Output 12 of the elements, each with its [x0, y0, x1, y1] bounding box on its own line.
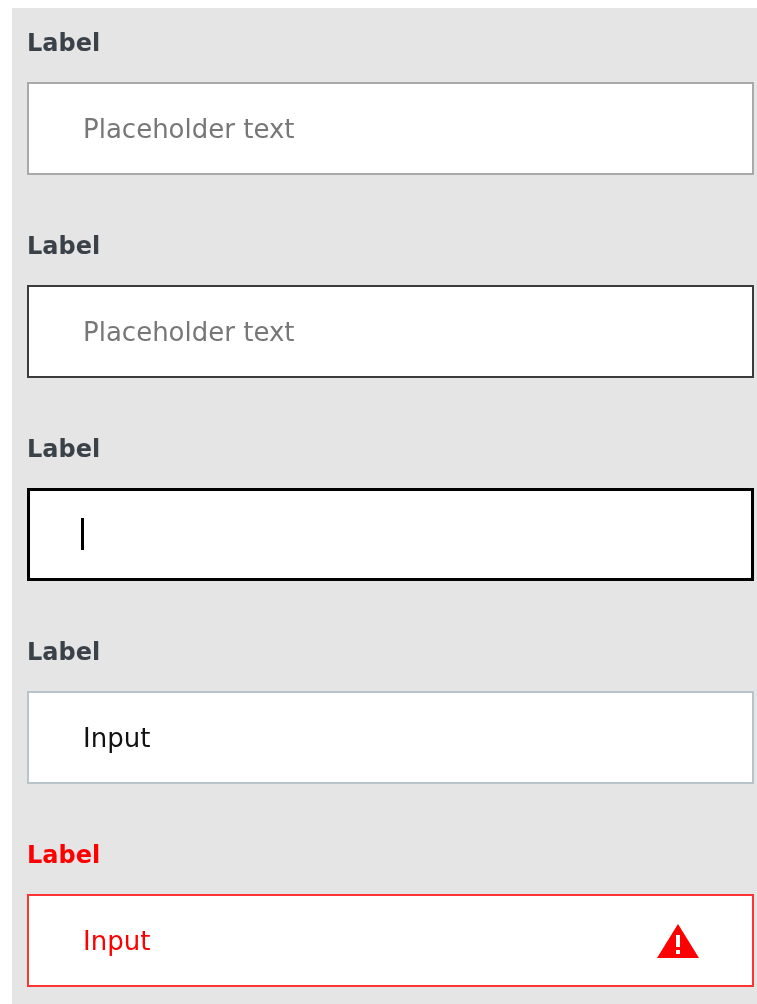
input-field[interactable]: Placeholder text	[27, 82, 754, 175]
input-field[interactable]: Input	[27, 691, 754, 784]
field-label: Label	[27, 436, 102, 462]
field-label: Label	[27, 842, 102, 868]
text-cursor	[81, 518, 84, 550]
input-field[interactable]: Placeholder text	[27, 285, 754, 378]
field-label: Label	[27, 639, 102, 665]
field-label: Label	[27, 30, 102, 56]
input-field[interactable]	[27, 488, 754, 581]
input-field[interactable]: Input	[27, 894, 754, 987]
warning-icon	[656, 923, 700, 959]
field-label: Label	[27, 233, 102, 259]
